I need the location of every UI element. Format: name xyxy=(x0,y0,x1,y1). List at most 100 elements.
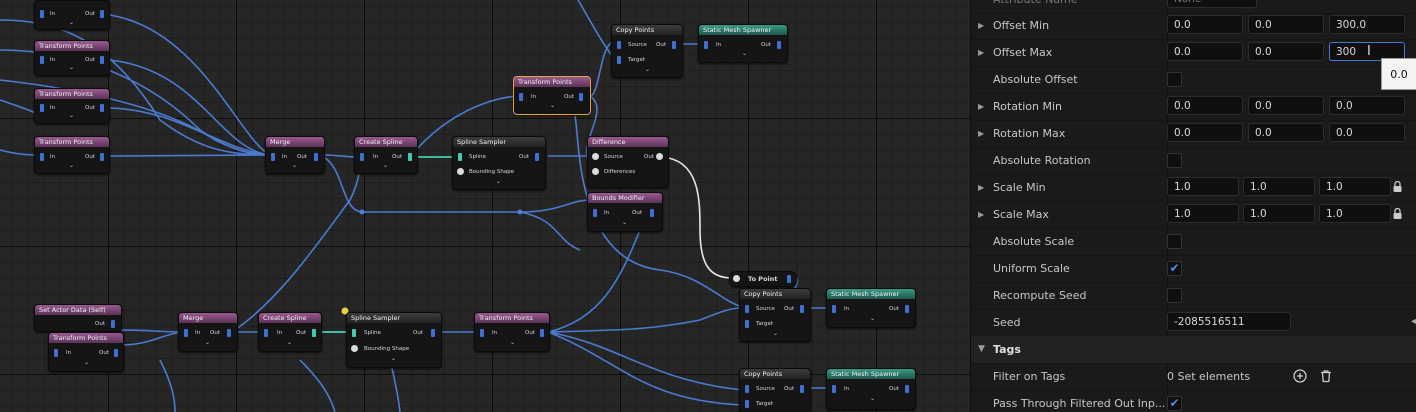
chevron-down-icon[interactable]: ⌄ xyxy=(383,162,388,169)
chevron-down-icon[interactable]: ⌄ xyxy=(496,178,501,185)
chevron-down-icon[interactable]: ⌄ xyxy=(550,102,555,109)
chevron-down-icon[interactable]: ⌄ xyxy=(292,162,297,169)
set-actor-data-node[interactable]: Set Actor Data (Self) Out xyxy=(34,304,122,332)
target-pin-icon[interactable] xyxy=(745,320,749,328)
output-pin-icon[interactable] xyxy=(800,385,804,393)
output-pin-icon[interactable] xyxy=(800,305,804,313)
rotation-max-x-field[interactable]: 0.0 xyxy=(1167,123,1243,142)
lock-icon[interactable] xyxy=(1393,208,1402,219)
chevron-down-icon[interactable]: ⌄ xyxy=(870,395,875,402)
source-pin-icon[interactable] xyxy=(617,41,621,49)
chevron-down-icon[interactable]: ⌄ xyxy=(84,359,89,366)
transform-points-node[interactable]: Transform Points In Out ⌄ xyxy=(34,40,110,76)
copy-points-node[interactable]: Copy Points Source Out Target ⌄ xyxy=(611,24,683,78)
source-pin-icon[interactable] xyxy=(745,385,749,393)
chevron-down-icon[interactable]: ⌄ xyxy=(69,162,74,169)
chevron-down-icon[interactable]: ⌄ xyxy=(391,355,396,362)
chevron-down-icon[interactable]: ⌄ xyxy=(742,50,747,57)
expand-arrow-icon[interactable]: ▶ xyxy=(978,93,984,120)
rotation-max-y-field[interactable]: 0.0 xyxy=(1248,123,1324,142)
offset-min-x-field[interactable]: 0.0 xyxy=(1167,15,1243,34)
input-pin-icon[interactable] xyxy=(832,385,836,393)
output-pin-icon[interactable] xyxy=(100,10,104,18)
output-pin-icon[interactable] xyxy=(579,93,583,101)
transform-points-node[interactable]: Transform Points In Out ⌄ xyxy=(34,88,110,124)
source-pin-icon[interactable] xyxy=(592,153,599,160)
absolute-scale-checkbox[interactable] xyxy=(1167,234,1182,249)
absolute-offset-checkbox[interactable] xyxy=(1167,72,1182,87)
merge-node[interactable]: Merge In Out ⌄ xyxy=(178,312,238,352)
input-pin-icon[interactable] xyxy=(832,305,836,313)
merge-node[interactable]: Merge In Out ⌄ xyxy=(265,136,325,174)
offset-min-y-field[interactable]: 0.0 xyxy=(1248,15,1324,34)
copy-points-node[interactable]: Copy Points Source Out Target xyxy=(739,368,811,412)
expand-arrow-icon[interactable]: ▶ xyxy=(978,201,984,228)
to-point-node[interactable]: To Point xyxy=(729,271,797,287)
chevron-down-icon[interactable]: ⌄ xyxy=(622,219,627,226)
input-pin-icon[interactable] xyxy=(264,329,268,337)
source-pin-icon[interactable] xyxy=(745,305,749,313)
input-pin-icon[interactable] xyxy=(480,329,484,337)
output-pin-icon[interactable] xyxy=(672,41,676,49)
rotation-min-x-field[interactable]: 0.0 xyxy=(1167,96,1243,115)
create-spline-node[interactable]: Create Spline In Out ⌄ xyxy=(354,136,418,174)
chevron-down-icon[interactable]: ⌄ xyxy=(69,19,74,26)
transform-points-node-selected[interactable]: Transform Points In Out ⌄ xyxy=(513,76,591,115)
output-pin-icon[interactable] xyxy=(905,385,909,393)
graph-node[interactable]: In Out ⌄ xyxy=(34,0,110,30)
scale-max-y-field[interactable]: 1.0 xyxy=(1243,204,1315,223)
input-pin-icon[interactable] xyxy=(733,275,740,282)
static-mesh-spawner-node[interactable]: Static Mesh Spawner In Out ⌄ xyxy=(698,24,788,63)
target-pin-icon[interactable] xyxy=(617,56,621,64)
create-spline-node[interactable]: Create Spline In Out ⌄ xyxy=(258,312,322,352)
output-pin-icon[interactable] xyxy=(650,209,654,217)
rotation-min-y-field[interactable]: 0.0 xyxy=(1248,96,1324,115)
difference-node[interactable]: Difference Source Out Differences xyxy=(587,136,669,188)
bounding-pin-icon[interactable] xyxy=(457,168,464,175)
add-element-icon[interactable] xyxy=(1293,369,1307,383)
copy-points-node[interactable]: Copy Points Source Out Target ⌄ xyxy=(739,288,811,342)
output-pin-icon[interactable] xyxy=(100,56,104,64)
bounds-modifier-node[interactable]: Bounds Modifier In Out ⌄ xyxy=(587,192,663,232)
chevron-down-icon[interactable]: ⌄ xyxy=(287,339,292,346)
offset-min-z-field[interactable]: 300.0 xyxy=(1329,15,1405,34)
reset-arrow-icon[interactable]: ◂ xyxy=(1411,316,1416,327)
absolute-rotation-checkbox[interactable] xyxy=(1167,153,1182,168)
chevron-down-icon[interactable]: ⌄ xyxy=(69,64,74,71)
pass-through-checkbox[interactable]: ✔ xyxy=(1167,396,1182,411)
scale-min-z-field[interactable]: 1.0 xyxy=(1319,177,1391,196)
expand-arrow-icon[interactable]: ▶ xyxy=(978,39,984,66)
output-pin-icon[interactable] xyxy=(905,305,909,313)
bounding-pin-icon[interactable] xyxy=(351,345,358,352)
target-pin-icon[interactable] xyxy=(745,400,749,408)
output-pin-icon[interactable] xyxy=(227,329,231,337)
output-pin-icon[interactable] xyxy=(314,153,318,161)
input-pin-icon[interactable] xyxy=(360,153,364,161)
transform-points-node[interactable]: Transform Points In Out ⌄ xyxy=(48,332,124,372)
recompute-seed-checkbox[interactable] xyxy=(1167,288,1182,303)
scale-max-x-field[interactable]: 1.0 xyxy=(1167,204,1239,223)
expand-arrow-icon[interactable]: ▶ xyxy=(978,120,984,147)
seed-field[interactable]: -2085516511 xyxy=(1167,312,1291,331)
output-pin-icon[interactable] xyxy=(777,41,781,49)
spline-pin-icon[interactable] xyxy=(458,153,462,161)
output-pin-icon[interactable] xyxy=(787,275,791,283)
input-pin-icon[interactable] xyxy=(519,93,523,101)
input-pin-icon[interactable] xyxy=(40,56,44,64)
rotation-max-z-field[interactable]: 0.0 xyxy=(1329,123,1405,142)
transform-points-node[interactable]: Transform Points In Out ⌄ xyxy=(34,136,110,174)
spline-sampler-node[interactable]: Spline Sampler Spline Out Bounding Shape… xyxy=(346,312,442,368)
output-pin-icon[interactable] xyxy=(540,329,544,337)
rotation-min-z-field[interactable]: 0.0 xyxy=(1329,96,1405,115)
scale-min-x-field[interactable]: 1.0 xyxy=(1167,177,1239,196)
trash-icon[interactable] xyxy=(1319,369,1333,383)
offset-max-y-field[interactable]: 0.0 xyxy=(1248,42,1324,61)
input-pin-icon[interactable] xyxy=(593,209,597,217)
input-pin-icon[interactable] xyxy=(184,329,188,337)
chevron-down-icon[interactable]: ⌄ xyxy=(870,315,875,322)
lock-icon[interactable] xyxy=(1393,181,1402,192)
input-pin-icon[interactable] xyxy=(271,153,275,161)
input-pin-icon[interactable] xyxy=(40,153,44,161)
transform-points-node[interactable]: Transform Points In Out ⌄ xyxy=(474,312,550,352)
collapse-arrow-icon[interactable]: ▼ xyxy=(978,336,985,363)
